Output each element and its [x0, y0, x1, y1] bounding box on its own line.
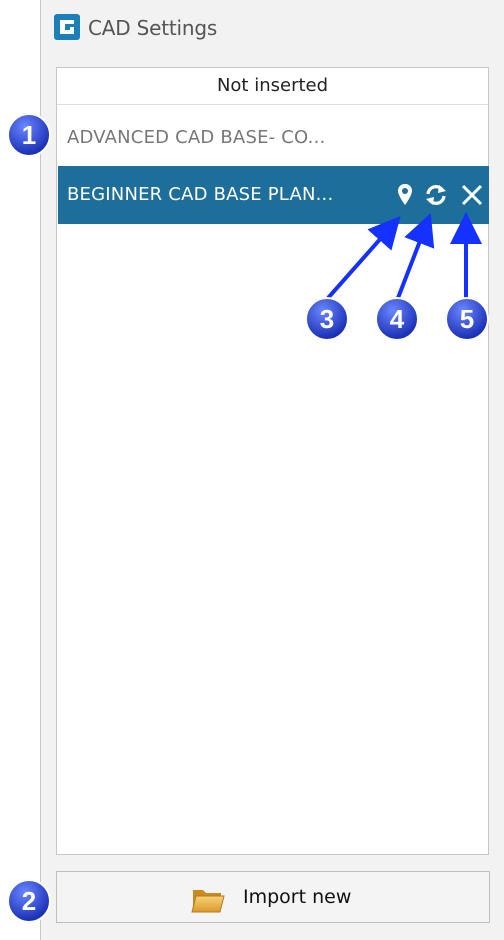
- cad-list: Not inserted ADVANCED CAD BASE- CO... BE…: [56, 67, 489, 855]
- svg-text:5: 5: [460, 304, 474, 334]
- import-new-button[interactable]: Import new: [56, 871, 490, 923]
- callout-badge-4: 4: [374, 296, 420, 342]
- list-item[interactable]: ADVANCED CAD BASE- CO...: [58, 109, 489, 167]
- item-actions: [379, 166, 489, 224]
- svg-text:4: 4: [390, 304, 405, 334]
- list-item-label: BEGINNER CAD BASE PLAN...: [67, 184, 334, 205]
- refresh-icon[interactable]: [423, 182, 449, 208]
- map-pin-icon[interactable]: [392, 182, 418, 208]
- list-item-selected[interactable]: BEGINNER CAD BASE PLAN...: [58, 166, 489, 224]
- close-icon[interactable]: [459, 182, 485, 208]
- title-bar: CAD Settings: [41, 0, 504, 56]
- svg-text:2: 2: [22, 886, 36, 916]
- list-item-label: ADVANCED CAD BASE- CO...: [67, 127, 326, 148]
- import-new-label: Import new: [243, 886, 352, 908]
- window-title: CAD Settings: [88, 16, 218, 40]
- callout-badge-5: 5: [444, 296, 490, 342]
- cad-settings-window: CAD Settings Not inserted ADVANCED CAD B…: [0, 0, 504, 940]
- app-logo-icon: [54, 14, 80, 40]
- cad-settings-panel: CAD Settings Not inserted ADVANCED CAD B…: [41, 0, 504, 940]
- callout-badge-2: 2: [6, 878, 52, 924]
- callout-badge-1: 1: [6, 112, 52, 158]
- callout-badge-3: 3: [304, 296, 350, 342]
- svg-text:1: 1: [22, 120, 36, 150]
- svg-text:3: 3: [320, 304, 334, 334]
- folder-icon: [191, 890, 225, 913]
- list-header: Not inserted: [57, 68, 488, 105]
